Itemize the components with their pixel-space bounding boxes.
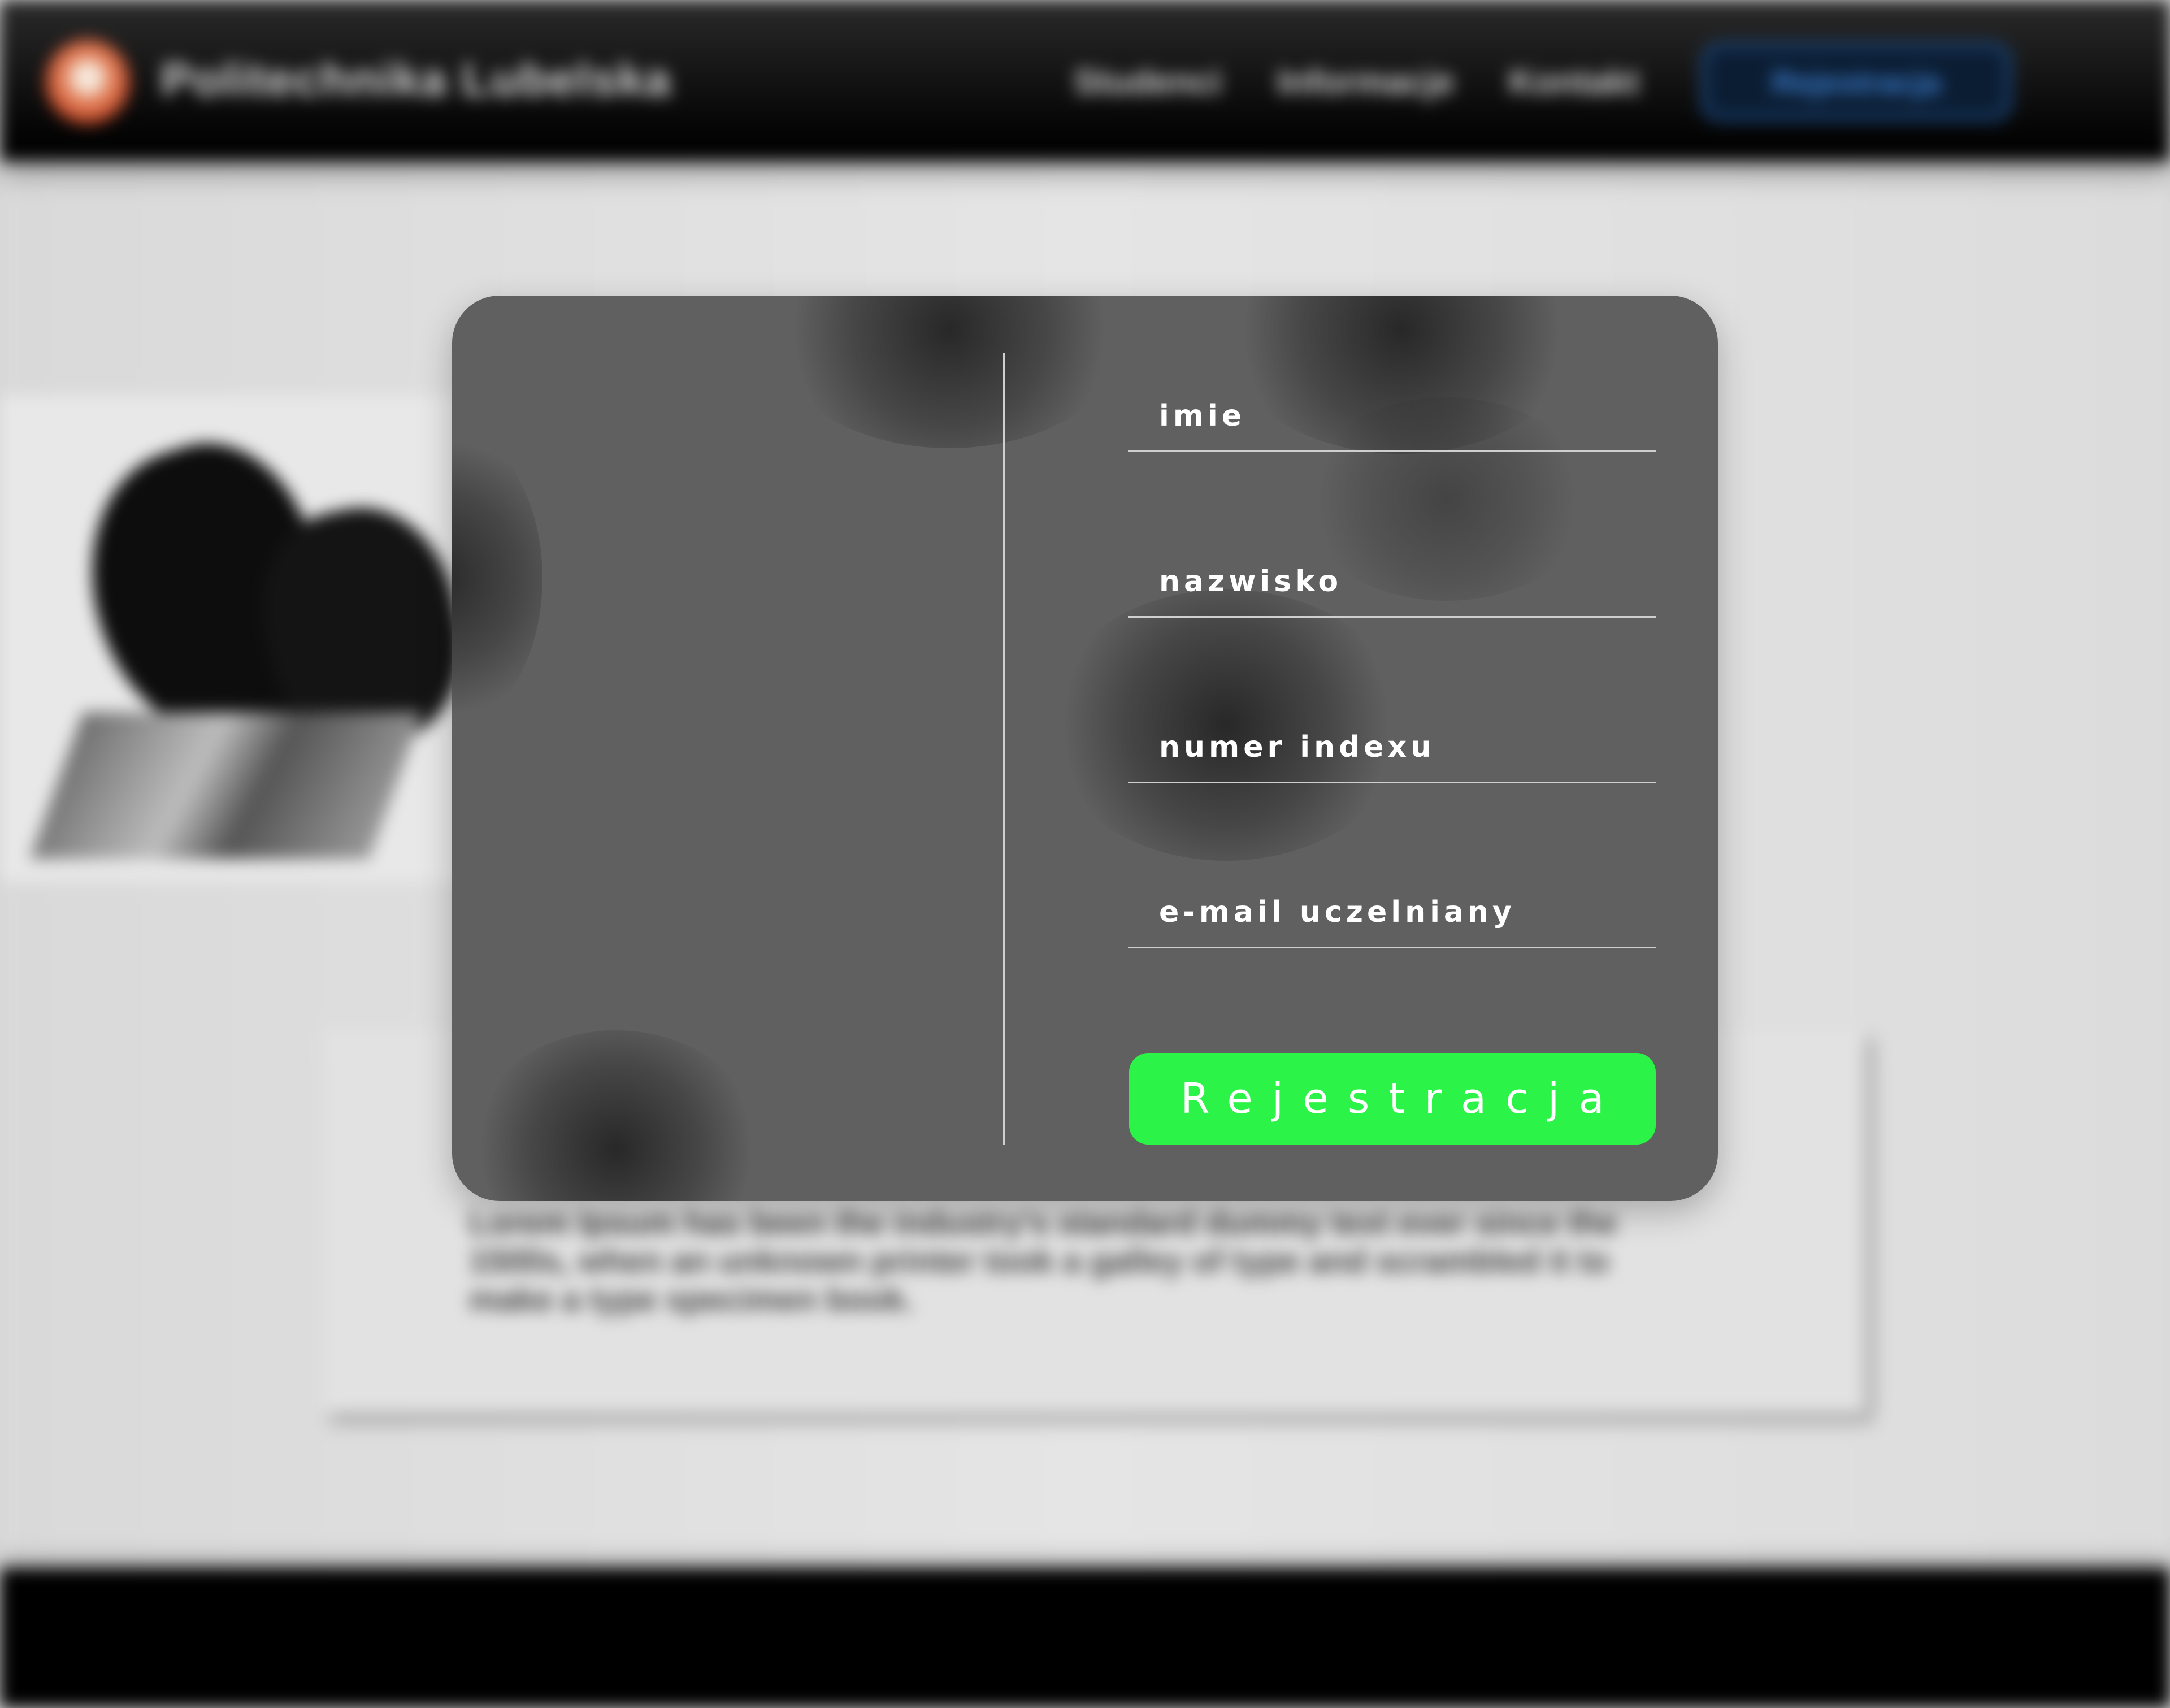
header-register-button[interactable]: Rejestracja xyxy=(1701,42,2012,122)
modal-shadow xyxy=(469,1030,763,1201)
first-name-input[interactable] xyxy=(1128,382,1656,450)
university-logo-icon[interactable] xyxy=(45,40,130,124)
registration-modal: Rejestracja xyxy=(452,296,1718,1201)
site-header: Politechnika Lubelska Studenci Informacj… xyxy=(0,0,2170,161)
modal-shadow xyxy=(452,420,542,736)
last-name-input[interactable] xyxy=(1128,547,1656,616)
last-name-field xyxy=(1128,547,1656,618)
nav-item-kontakt[interactable]: Kontakt xyxy=(1509,62,1639,102)
modal-divider xyxy=(1003,353,1005,1145)
register-button[interactable]: Rejestracja xyxy=(1129,1053,1656,1145)
site-footer xyxy=(0,1568,2170,1708)
first-name-field xyxy=(1128,382,1656,452)
content-text: Lorem Ipsum has been the industry's stan… xyxy=(469,1204,1617,1318)
nav-item-studenci[interactable]: Studenci xyxy=(1074,62,1222,102)
modal-shadow xyxy=(769,296,1130,448)
index-number-input[interactable] xyxy=(1128,713,1656,782)
nav-item-informacje[interactable]: Informacje xyxy=(1277,62,1455,102)
university-email-field xyxy=(1128,878,1656,948)
university-email-input[interactable] xyxy=(1128,878,1656,947)
binocular-body xyxy=(29,712,423,859)
brand-name[interactable]: Politechnika Lubelska xyxy=(161,54,671,107)
index-number-field xyxy=(1128,713,1656,783)
